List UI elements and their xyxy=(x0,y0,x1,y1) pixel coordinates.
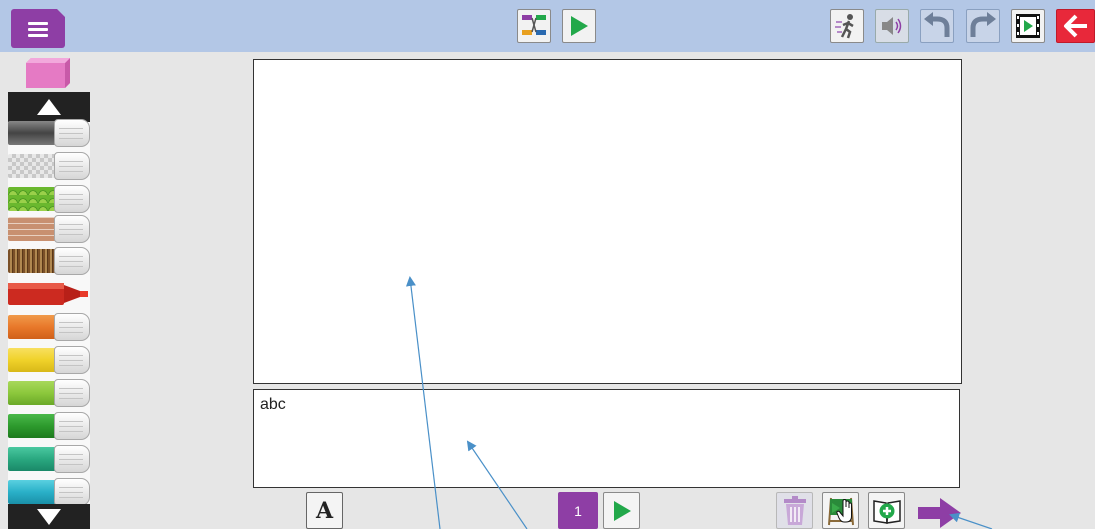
page-number-button[interactable]: 1 xyxy=(558,492,598,529)
triangle-down-icon xyxy=(37,508,61,525)
play-page-button[interactable] xyxy=(603,492,640,529)
undo-button[interactable] xyxy=(920,9,954,43)
page-text-value: abc xyxy=(260,396,286,413)
red-marker-icon xyxy=(8,283,88,305)
page-text-box[interactable]: abc xyxy=(253,389,960,488)
easel-hand-icon xyxy=(827,497,854,525)
next-page-button[interactable] xyxy=(916,497,962,529)
preview-movie-button[interactable] xyxy=(1011,9,1045,43)
next-arrow-icon xyxy=(918,498,961,528)
menu-button[interactable] xyxy=(11,9,65,48)
undo-icon xyxy=(924,12,950,37)
add-page-icon xyxy=(872,499,901,524)
eraser-button[interactable] xyxy=(25,57,71,89)
marker-transparent[interactable] xyxy=(8,151,90,181)
play-icon xyxy=(613,500,631,521)
triangle-up-icon xyxy=(37,99,61,115)
exit-button[interactable] xyxy=(1056,9,1095,43)
eraser-icon xyxy=(26,58,70,88)
sound-button[interactable] xyxy=(875,9,909,43)
redo-icon xyxy=(970,12,996,37)
marker-brick[interactable] xyxy=(8,214,90,244)
speaker-icon xyxy=(882,17,902,35)
marker-yellow[interactable] xyxy=(8,345,90,375)
play-icon xyxy=(571,16,588,36)
storyboard-icon xyxy=(522,15,546,35)
delete-page-button[interactable] xyxy=(776,492,813,529)
storyboard-button[interactable] xyxy=(517,9,551,43)
font-button[interactable]: A xyxy=(306,492,343,529)
marker-teal[interactable] xyxy=(8,444,90,474)
marker-gray[interactable] xyxy=(8,118,90,148)
palette-scroll-down-button[interactable] xyxy=(8,504,90,529)
marker-wood[interactable] xyxy=(8,246,90,276)
redo-button[interactable] xyxy=(966,9,1000,43)
trash-icon xyxy=(783,495,806,525)
marker-cyan[interactable] xyxy=(8,477,90,507)
walking-figure-icon xyxy=(835,14,854,39)
play-all-button[interactable] xyxy=(562,9,596,43)
top-toolbar xyxy=(0,0,1095,52)
marker-green-scales[interactable] xyxy=(8,184,90,214)
marker-orange[interactable] xyxy=(8,312,90,342)
back-arrow-icon xyxy=(1063,14,1087,38)
marker-green[interactable] xyxy=(8,411,90,441)
marker-red-selected[interactable] xyxy=(8,279,90,309)
add-page-button[interactable] xyxy=(868,492,905,529)
marker-light-green[interactable] xyxy=(8,378,90,408)
animate-button[interactable] xyxy=(830,9,864,43)
pan-canvas-button[interactable] xyxy=(822,492,859,529)
film-play-icon xyxy=(1016,14,1040,38)
drawing-canvas[interactable] xyxy=(253,59,962,384)
